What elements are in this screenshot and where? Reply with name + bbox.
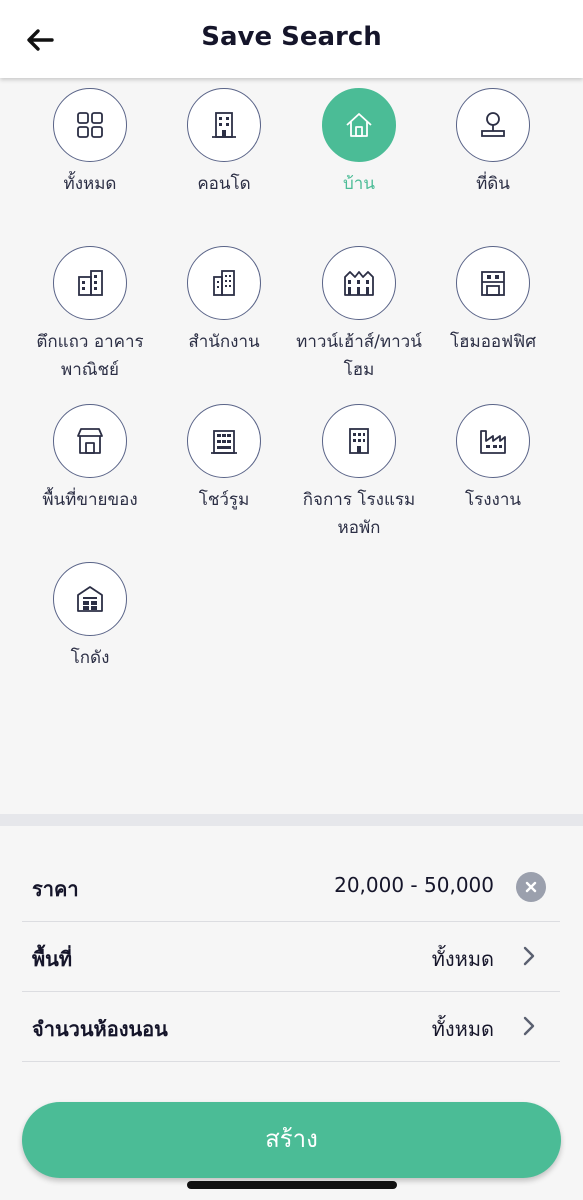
category-label: โรงงาน — [464, 490, 522, 510]
chevron-right-icon — [523, 1016, 535, 1036]
category-label: ตึกแถว อาคารพาณิชย์ — [36, 332, 144, 380]
hotel-icon — [349, 428, 369, 454]
top-bar: Save Search — [0, 0, 583, 78]
category-land[interactable]: ที่ดิน — [423, 88, 563, 198]
category-label: กิจการ โรงแรม หอพัก — [302, 490, 416, 538]
category-label: ทาวน์เฮ้าส์/ทาวน์โฮม — [296, 332, 422, 380]
office-icon — [213, 270, 235, 296]
store-icon — [77, 428, 103, 454]
category-label: คอนโด — [197, 174, 251, 194]
category-retail-space[interactable]: พื้นที่ขายของ — [20, 404, 160, 514]
category-home-office[interactable]: โฮมออฟฟิศ — [423, 246, 563, 356]
price-label: ราคา — [32, 877, 79, 901]
grid-icon — [77, 112, 103, 138]
home-office-icon — [481, 271, 505, 296]
category-label: โกดัง — [70, 648, 110, 668]
clear-price-button[interactable] — [516, 872, 546, 902]
factory-icon — [480, 430, 506, 454]
land-icon — [481, 112, 505, 137]
area-filter-row[interactable]: พื้นที่ ทั้งหมด — [22, 922, 560, 992]
area-value: ทั้งหมด — [431, 947, 494, 971]
category-hotel[interactable]: กิจการ โรงแรม หอพัก — [289, 404, 429, 542]
category-label: สำนักงาน — [188, 332, 260, 352]
category-label: ทั้งหมด — [63, 174, 117, 194]
category-warehouse[interactable]: โกดัง — [20, 562, 160, 672]
building-icon — [212, 112, 236, 138]
home-indicator — [187, 1181, 397, 1189]
category-condo[interactable]: คอนโด — [154, 88, 294, 198]
category-office[interactable]: สำนักงาน — [154, 246, 294, 356]
chevron-right-icon — [523, 946, 535, 966]
page-title: Save Search — [201, 22, 382, 52]
category-label: บ้าน — [343, 174, 375, 194]
bedrooms-value: ทั้งหมด — [431, 1017, 494, 1041]
category-label: พื้นที่ขายของ — [42, 490, 138, 510]
warehouse-icon — [77, 586, 103, 612]
category-label: โฮมออฟฟิศ — [450, 332, 536, 352]
category-label: โชว์รูม — [198, 490, 250, 510]
showroom-icon — [211, 430, 237, 454]
bedrooms-filter-row[interactable]: จำนวนห้องนอน ทั้งหมด — [22, 992, 560, 1062]
townhouse-icon — [344, 271, 374, 296]
category-house[interactable]: บ้าน — [289, 88, 429, 198]
price-value: 20,000 - 50,000 — [334, 873, 494, 897]
category-all[interactable]: ทั้งหมด — [20, 88, 160, 198]
shophouse-icon — [78, 270, 103, 296]
create-button[interactable]: สร้าง — [22, 1102, 561, 1178]
house-icon — [346, 113, 372, 137]
bedrooms-label: จำนวนห้องนอน — [32, 1017, 168, 1041]
category-factory[interactable]: โรงงาน — [423, 404, 563, 514]
property-type-grid: ทั้งหมด คอนโด บ้าน ที่ดิน ตึกแถว อาคารพา… — [0, 78, 583, 814]
close-icon — [525, 881, 537, 893]
category-townhouse[interactable]: ทาวน์เฮ้าส์/ทาวน์โฮม — [289, 246, 429, 384]
category-shophouse[interactable]: ตึกแถว อาคารพาณิชย์ — [20, 246, 160, 384]
section-divider — [0, 814, 583, 826]
area-label: พื้นที่ — [32, 947, 73, 971]
category-showroom[interactable]: โชว์รูม — [154, 404, 294, 514]
category-label: ที่ดิน — [476, 174, 510, 194]
price-filter-row[interactable]: ราคา 20,000 - 50,000 — [22, 852, 560, 922]
